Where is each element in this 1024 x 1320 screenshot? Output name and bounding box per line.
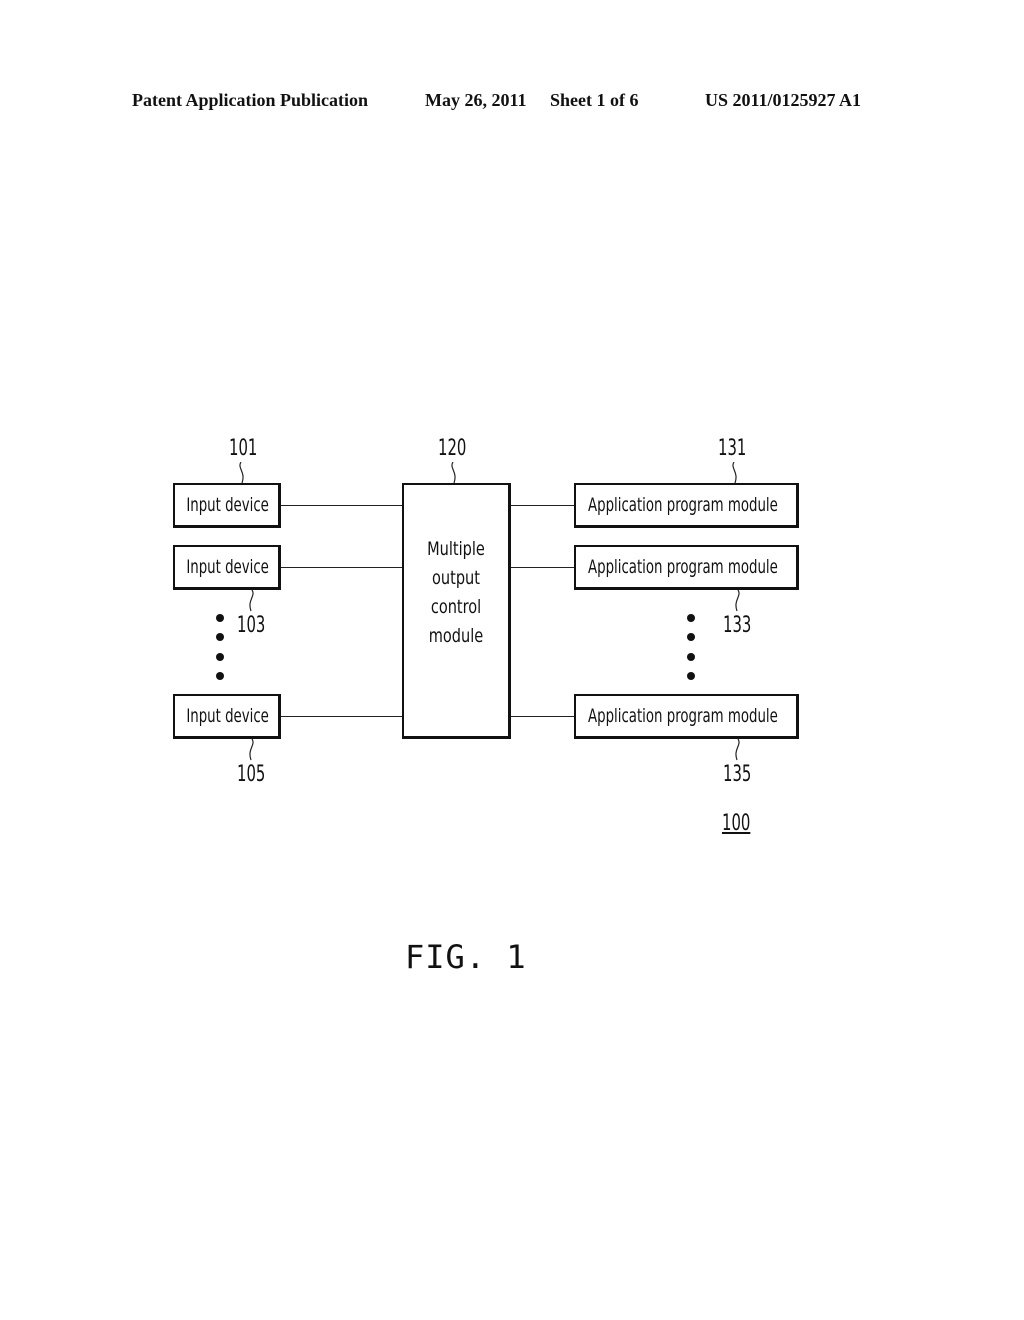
app-module-label: Application program module — [588, 494, 778, 516]
leader-line-133 — [735, 590, 740, 612]
input-device-box-101: Input device — [173, 483, 281, 528]
app-module-box-133: Application program module — [574, 545, 799, 590]
ellipsis-dot — [216, 614, 224, 622]
ellipsis-dot — [216, 633, 224, 641]
leader-line-103 — [249, 590, 254, 612]
leader-line-131 — [732, 462, 737, 484]
input-device-label: Input device — [186, 494, 269, 516]
app-module-label: Application program module — [588, 705, 778, 727]
ref-numeral-135: 135 — [723, 762, 752, 787]
connector-line-103 — [281, 567, 403, 568]
input-device-box-105: Input device — [173, 694, 281, 739]
ellipsis-dot — [687, 672, 695, 680]
input-device-label: Input device — [186, 705, 269, 727]
app-module-box-135: Application program module — [574, 694, 799, 739]
ref-numeral-120: 120 — [438, 436, 467, 461]
leader-line-135 — [735, 739, 740, 761]
header-patent-number: US 2011/0125927 A1 — [705, 90, 862, 110]
connector-line-133 — [511, 567, 575, 568]
connector-line-105 — [281, 716, 403, 717]
ref-numeral-105: 105 — [237, 762, 266, 787]
multiple-output-control-module-box: Multiple output control module — [402, 483, 511, 739]
connector-line-131 — [511, 505, 575, 506]
ellipsis-dot — [687, 633, 695, 641]
ref-numeral-133: 133 — [723, 613, 752, 638]
ellipsis-dot — [687, 614, 695, 622]
app-module-label: Application program module — [588, 556, 778, 578]
header-date: May 26, 2011 — [425, 90, 527, 110]
input-device-box-103: Input device — [173, 545, 281, 590]
ellipsis-dot — [216, 653, 224, 661]
input-device-label: Input device — [186, 556, 269, 578]
connector-line-101 — [281, 505, 403, 506]
app-module-box-131: Application program module — [574, 483, 799, 528]
header-publication: Patent Application Publication — [132, 90, 369, 110]
ref-numeral-101: 101 — [229, 436, 258, 461]
leader-line-101 — [239, 462, 244, 484]
leader-line-105 — [249, 739, 254, 761]
control-module-label: Multiple output control module — [427, 538, 485, 647]
ellipsis-dot — [687, 653, 695, 661]
ref-numeral-131: 131 — [718, 436, 747, 461]
connector-line-135 — [511, 716, 575, 717]
ellipsis-dot — [216, 672, 224, 680]
header-sheet: Sheet 1 of 6 — [550, 90, 639, 110]
system-ref-numeral-100: 100 — [722, 811, 751, 836]
ref-numeral-103: 103 — [237, 613, 266, 638]
figure-caption: FIG. 1 — [405, 938, 527, 976]
leader-line-120 — [451, 462, 456, 484]
